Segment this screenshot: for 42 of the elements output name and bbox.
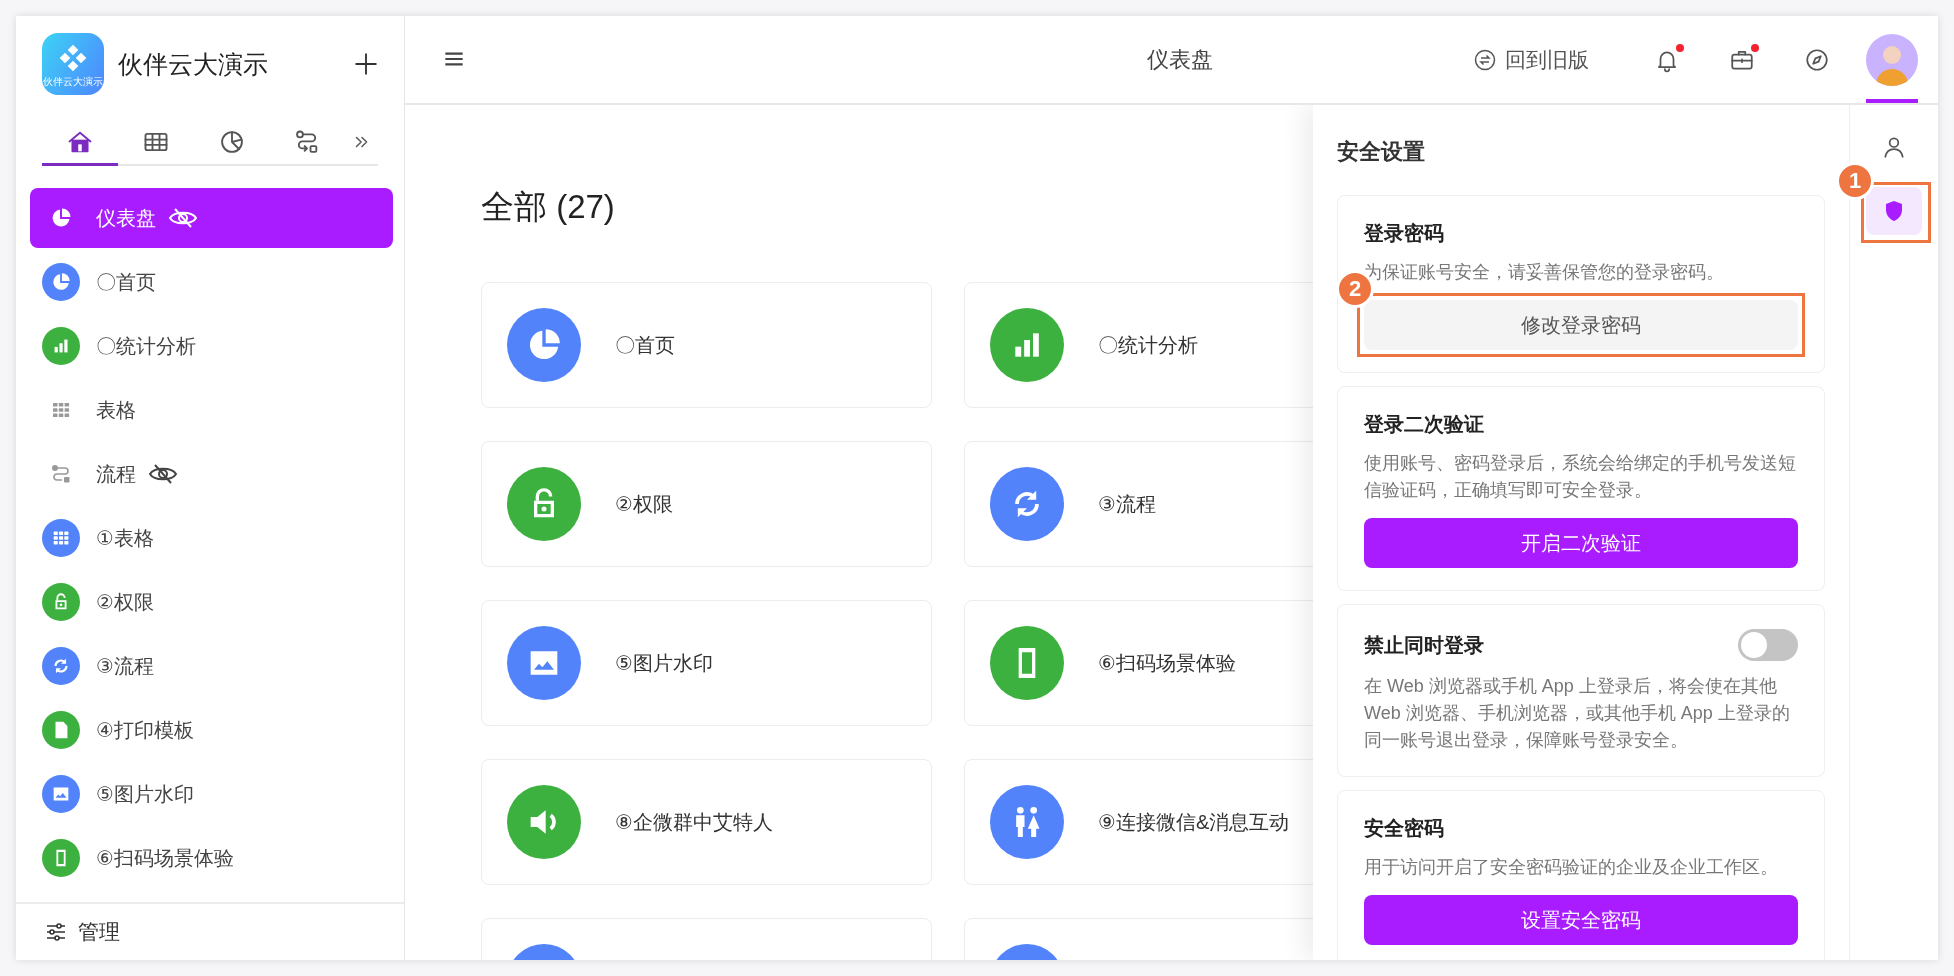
app-card[interactable]: ②权限	[481, 441, 932, 567]
sidebar-item[interactable]: ①表格	[30, 508, 393, 568]
section-title: 全部 (27)	[481, 187, 615, 227]
swap-icon	[1473, 47, 1497, 72]
action-button[interactable]: 开启二次验证	[1364, 518, 1798, 568]
sidebar-item[interactable]: ②权限	[30, 572, 393, 632]
setting-title: 登录二次验证	[1364, 412, 1484, 437]
app-card[interactable]: ⑤图片水印	[481, 600, 932, 726]
compass-icon	[1803, 46, 1830, 73]
sidebar-item[interactable]: 表格	[30, 380, 393, 440]
app-name: 伙伴云大演示	[118, 48, 269, 80]
sidebar-item[interactable]: ④打印模板	[30, 700, 393, 760]
flow-icon	[49, 462, 73, 486]
app-logo: 伙伴云大演示	[42, 33, 104, 95]
sidebar-item[interactable]: 流程	[30, 444, 393, 504]
sidebar-item[interactable]: ③流程	[30, 636, 393, 696]
sidebar-item[interactable]: 仪表盘	[30, 188, 393, 248]
sidebar-item[interactable]: ⑥扫码场景体验	[30, 828, 393, 888]
sliders-icon	[44, 920, 68, 944]
app-card[interactable]: ⑧企微群中艾特人	[481, 759, 932, 885]
app-name: ⑤图片水印	[615, 650, 713, 676]
toggle-switch[interactable]	[1738, 629, 1798, 661]
app-name: ⑧企微群中艾特人	[615, 809, 773, 835]
rail-tab[interactable]	[1866, 187, 1922, 235]
action-button[interactable]: 修改登录密码	[1364, 300, 1798, 350]
sidebar-item[interactable]: 〇首页	[30, 252, 393, 312]
app-name: ⑥扫码场景体验	[1098, 650, 1236, 676]
app-name: 〇统计分析	[1098, 332, 1198, 358]
app-name: ⑨连接微信&消息互动	[1098, 809, 1290, 835]
manage-button[interactable]: 管理	[44, 918, 120, 946]
page-title: 仪表盘	[1146, 45, 1213, 74]
sidebar-item[interactable]: ⑤图片水印	[30, 764, 393, 824]
app-name: ②权限	[615, 491, 673, 517]
old-version-link[interactable]: 回到旧版	[1473, 45, 1589, 74]
setting-title: 登录密码	[1364, 221, 1444, 246]
step-badge: 1	[1836, 162, 1874, 200]
app-name: ③流程	[1098, 491, 1156, 517]
drawer-title: 安全设置	[1337, 138, 1426, 166]
action-button[interactable]: 设置安全密码	[1364, 895, 1798, 945]
app-name: 〇首页	[615, 332, 675, 358]
app-card[interactable]: 〇首页	[481, 282, 932, 408]
sidebar-item[interactable]: 〇统计分析	[30, 316, 393, 376]
